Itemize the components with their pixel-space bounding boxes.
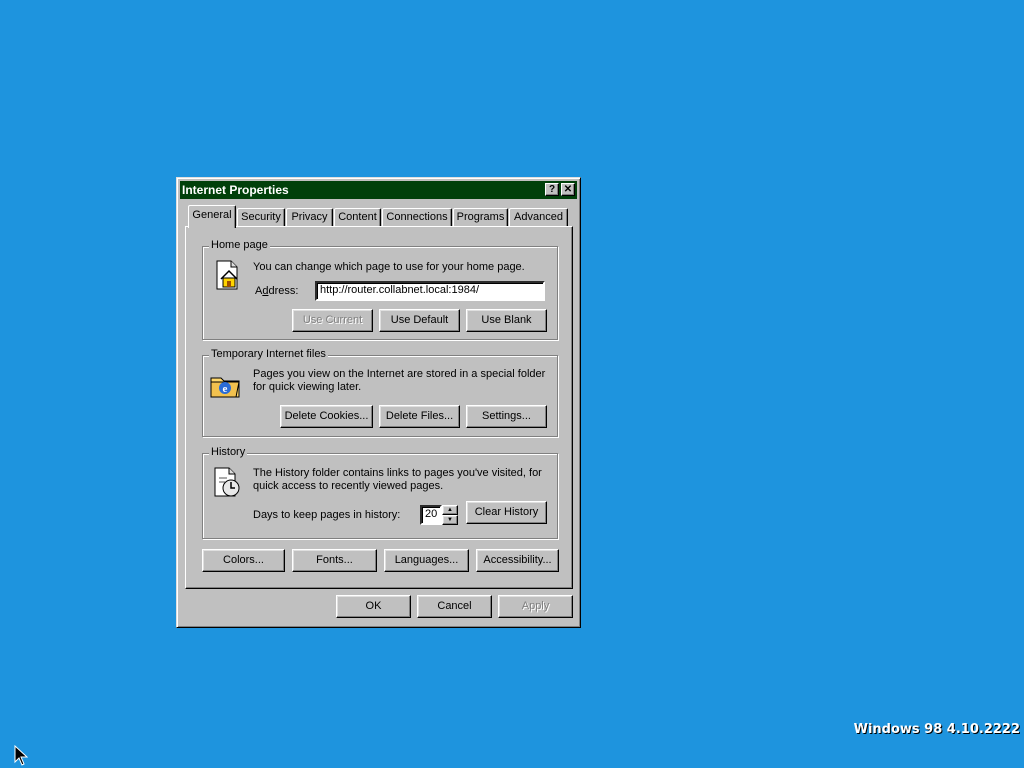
tab-privacy[interactable]: Privacy — [286, 208, 333, 226]
tab-programs[interactable]: Programs — [453, 208, 508, 226]
general-tab-panel: Home page You can change which page to u… — [185, 226, 573, 589]
fonts-button[interactable]: Fonts... — [292, 549, 377, 572]
history-description-line2: quick access to recently viewed pages. — [253, 480, 444, 492]
tab-advanced[interactable]: Advanced — [509, 208, 568, 226]
delete-files-button[interactable]: Delete Files... — [379, 405, 460, 428]
history-description-line1: The History folder contains links to pag… — [253, 467, 542, 479]
home-page-group-label: Home page — [209, 239, 270, 251]
apply-label: Apply — [521, 600, 550, 612]
accessibility-button[interactable]: Accessibility... — [476, 549, 559, 572]
days-to-keep-field[interactable]: 20 — [420, 505, 442, 525]
temp-files-description-line2: for quick viewing later. — [253, 381, 362, 393]
days-to-keep-label: Days to keep pages in history: — [253, 509, 401, 521]
home-page-description: You can change which page to use for you… — [253, 261, 525, 273]
ok-button[interactable]: OK — [336, 595, 411, 618]
temp-files-group: Temporary Internet files e Pages you vie… — [202, 348, 558, 437]
home-page-icon — [216, 260, 238, 290]
temp-files-description-line1: Pages you view on the Internet are store… — [253, 368, 546, 380]
spinner-up-icon[interactable]: ▲ — [442, 505, 458, 515]
internet-properties-dialog: Internet Properties ? ✕ General Security… — [176, 177, 581, 628]
days-spinner[interactable]: ▲ ▼ — [442, 505, 458, 525]
tab-connections[interactable]: Connections — [382, 208, 452, 226]
svg-text:e: e — [223, 383, 228, 395]
temp-folder-ie-icon: e — [210, 377, 240, 398]
close-button[interactable]: ✕ — [561, 183, 575, 196]
title-bar[interactable]: Internet Properties ? ✕ — [180, 181, 577, 199]
use-current-label: Use Current — [302, 314, 363, 326]
use-current-button[interactable]: Use Current — [292, 309, 373, 332]
os-version-text: Windows 98 4.10.2222 — [853, 722, 1020, 737]
tab-general[interactable]: General — [188, 205, 236, 228]
clear-history-button[interactable]: Clear History — [466, 501, 547, 524]
colors-button[interactable]: Colors... — [202, 549, 285, 572]
tab-security[interactable]: Security — [237, 208, 285, 226]
delete-cookies-button[interactable]: Delete Cookies... — [280, 405, 373, 428]
cancel-button[interactable]: Cancel — [417, 595, 492, 618]
history-clock-icon — [214, 467, 240, 497]
history-group-label: History — [209, 446, 248, 458]
dialog-title: Internet Properties — [182, 183, 289, 197]
tab-content[interactable]: Content — [334, 208, 381, 226]
home-page-group: Home page You can change which page to u… — [202, 239, 558, 340]
help-button[interactable]: ? — [545, 183, 559, 196]
temp-files-group-label: Temporary Internet files — [209, 348, 328, 360]
mouse-cursor-icon — [14, 745, 28, 766]
address-field[interactable]: http://router.collabnet.local:1984/ — [315, 281, 545, 301]
use-default-button[interactable]: Use Default — [379, 309, 460, 332]
settings-button[interactable]: Settings... — [466, 405, 547, 428]
apply-button[interactable]: Apply — [498, 595, 573, 618]
history-group: History The History folder contains link… — [202, 446, 558, 539]
use-blank-button[interactable]: Use Blank — [466, 309, 547, 332]
address-label: Address: — [255, 285, 299, 297]
spinner-down-icon[interactable]: ▼ — [442, 515, 458, 525]
languages-button[interactable]: Languages... — [384, 549, 469, 572]
